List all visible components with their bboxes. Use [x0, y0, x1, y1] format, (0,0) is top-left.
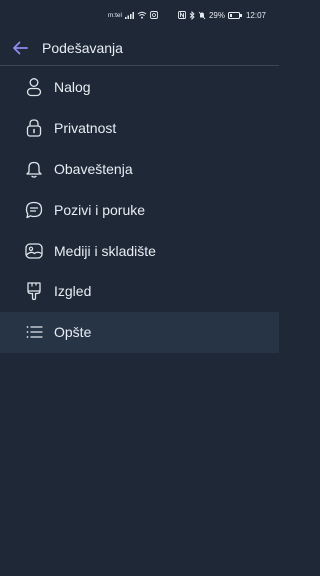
image-icon: [24, 241, 44, 261]
menu-item-izgled[interactable]: Izgled: [0, 271, 279, 312]
status-bar-right: 29% 12:07: [178, 10, 266, 20]
menu-item-label: Obaveštenja: [54, 160, 133, 177]
battery-percent: 29%: [208, 10, 225, 20]
wifi-icon: [137, 11, 147, 19]
menu-item-pozivi-i-poruke[interactable]: Pozivi i poruke: [0, 189, 279, 230]
menu-item-obavestenja[interactable]: Obaveštenja: [0, 149, 279, 190]
settings-screen: m:tel 29% 12:07 Podešavanja Nalog Privat…: [0, 0, 279, 576]
menu-item-label: Privatnost: [54, 120, 117, 137]
person-icon: [24, 77, 44, 97]
nfc-icon: [178, 11, 186, 19]
menu-item-nalog[interactable]: Nalog: [0, 67, 279, 108]
bluetooth-icon: [189, 10, 195, 20]
menu-item-opste[interactable]: Opšte: [0, 311, 279, 353]
bell-icon: [24, 159, 44, 179]
menu-item-label: Nalog: [54, 79, 91, 96]
menu-item-privatnost[interactable]: Privatnost: [0, 108, 279, 149]
back-arrow-icon: [12, 41, 28, 55]
carrier-label: m:tel: [107, 11, 122, 19]
signal-icon: [124, 11, 134, 19]
status-bar: m:tel 29% 12:07: [0, 0, 279, 30]
battery-icon: [227, 11, 242, 19]
lock-icon: [24, 118, 44, 138]
menu-item-label: Opšte: [54, 324, 92, 341]
menu-item-label: Mediji i skladište: [54, 242, 156, 259]
mute-bell-icon: [198, 11, 206, 20]
clock: 12:07: [245, 10, 266, 20]
sync-icon: [150, 11, 158, 19]
back-button[interactable]: [2, 30, 38, 66]
chat-icon: [24, 200, 44, 220]
brush-icon: [24, 281, 44, 301]
page-title: Podešavanja: [42, 39, 123, 56]
settings-menu: Nalog Privatnost Obaveštenja Pozivi i po…: [0, 67, 279, 353]
menu-item-label: Pozivi i poruke: [54, 201, 146, 218]
menu-item-label: Izgled: [54, 283, 92, 300]
app-header: Podešavanja: [0, 30, 279, 66]
status-bar-left: m:tel: [108, 11, 158, 19]
menu-item-mediji-i-skladiste[interactable]: Mediji i skladište: [0, 230, 279, 271]
list-icon: [24, 322, 44, 342]
battery-level: [229, 13, 232, 17]
